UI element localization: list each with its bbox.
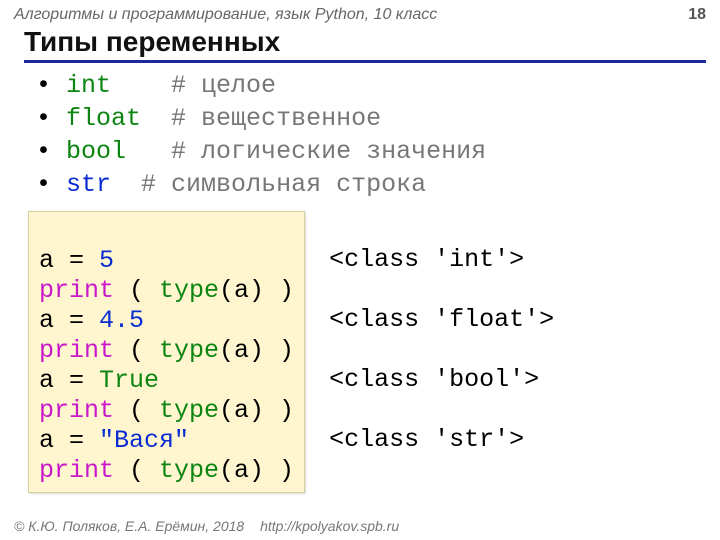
page-number: 18 bbox=[688, 6, 706, 24]
slide-header: Алгоритмы и программирование, язык Pytho… bbox=[0, 0, 720, 24]
course-title: Алгоритмы и программирование, язык Pytho… bbox=[14, 6, 437, 24]
type-list: • int # целое • float # вещественное • b… bbox=[36, 69, 720, 201]
footer-url: http://kpolyakov.spb.ru bbox=[260, 518, 399, 534]
copyright: © К.Ю. Поляков, Е.А. Ерёмин, 2018 bbox=[14, 518, 244, 534]
bullet-float: • float # вещественное bbox=[36, 102, 720, 135]
output-int: <class 'int'> bbox=[329, 245, 524, 274]
slide-footer: © К.Ю. Поляков, Е.А. Ерёмин, 2018 http:/… bbox=[14, 518, 399, 534]
output-str: <class 'str'> bbox=[329, 425, 524, 454]
bullet-bool: • bool # логические значения bbox=[36, 135, 720, 168]
slide-title: Типы переменных bbox=[24, 26, 706, 63]
bullet-str: • str # символьная строка bbox=[36, 168, 720, 201]
output-float: <class 'float'> bbox=[329, 305, 554, 334]
output-column: <class 'int'> <class 'float'> <class 'bo… bbox=[305, 211, 554, 455]
code-box: a = 5 print ( type(a) ) a = 4.5 print ( … bbox=[28, 211, 305, 493]
output-bool: <class 'bool'> bbox=[329, 365, 539, 394]
code-area: a = 5 print ( type(a) ) a = 4.5 print ( … bbox=[28, 211, 720, 493]
bullet-int: • int # целое bbox=[36, 69, 720, 102]
